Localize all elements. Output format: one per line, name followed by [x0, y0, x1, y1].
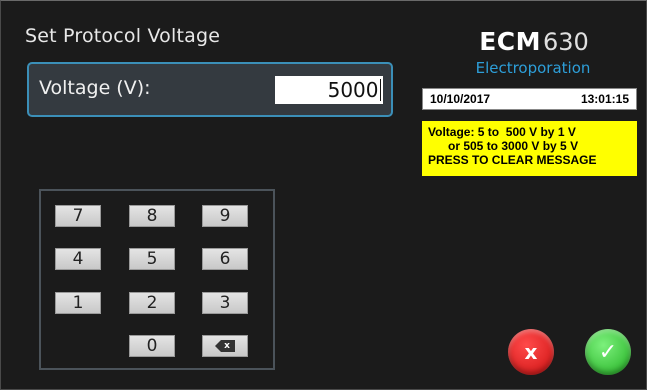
cancel-button[interactable]: x — [508, 329, 554, 375]
key-3[interactable]: 3 — [202, 292, 248, 314]
checkmark-icon: ✓ — [598, 339, 618, 365]
backspace-icon: x — [215, 340, 235, 352]
message-line-1: Voltage: 5 to 500 V by 1 V — [428, 125, 576, 139]
voltage-input[interactable]: 5000 — [275, 76, 383, 104]
protocol-voltage-screen: Set Protocol Voltage Voltage (V): 5000 E… — [0, 0, 647, 390]
key-1[interactable]: 1 — [55, 292, 101, 314]
key-2[interactable]: 2 — [129, 292, 175, 314]
voltage-panel: Voltage (V): 5000 — [27, 62, 393, 117]
datetime-bar: 10/10/2017 13:01:15 — [422, 88, 637, 110]
numeric-keypad: 7 8 9 4 5 6 1 2 3 0 x — [39, 189, 275, 370]
page-title: Set Protocol Voltage — [25, 25, 221, 47]
key-8[interactable]: 8 — [129, 205, 175, 227]
confirm-button[interactable]: ✓ — [585, 329, 631, 375]
close-icon: x — [524, 340, 538, 364]
brand-logo: ECM630 — [469, 27, 599, 56]
key-4[interactable]: 4 — [55, 248, 101, 270]
backspace-key[interactable]: x — [202, 335, 248, 357]
key-5[interactable]: 5 — [129, 248, 175, 270]
time-display: 13:01:15 — [580, 92, 629, 106]
key-9[interactable]: 9 — [202, 205, 248, 227]
key-0[interactable]: 0 — [129, 335, 175, 357]
key-6[interactable]: 6 — [202, 248, 248, 270]
message-box[interactable]: Voltage: 5 to 500 V by 1 V or 505 to 300… — [422, 121, 637, 176]
voltage-label: Voltage (V): — [39, 77, 151, 99]
brand-model: 630 — [543, 28, 589, 56]
brand-subtitle: Electroporation — [475, 59, 591, 77]
text-caret — [379, 79, 381, 101]
message-line-2: or 505 to 3000 V by 5 V — [448, 139, 579, 153]
message-line-3: PRESS TO CLEAR MESSAGE — [428, 153, 597, 167]
date-display: 10/10/2017 — [430, 92, 491, 106]
voltage-value: 5000 — [327, 78, 379, 102]
key-7[interactable]: 7 — [55, 205, 101, 227]
brand-name: ECM — [479, 27, 541, 56]
